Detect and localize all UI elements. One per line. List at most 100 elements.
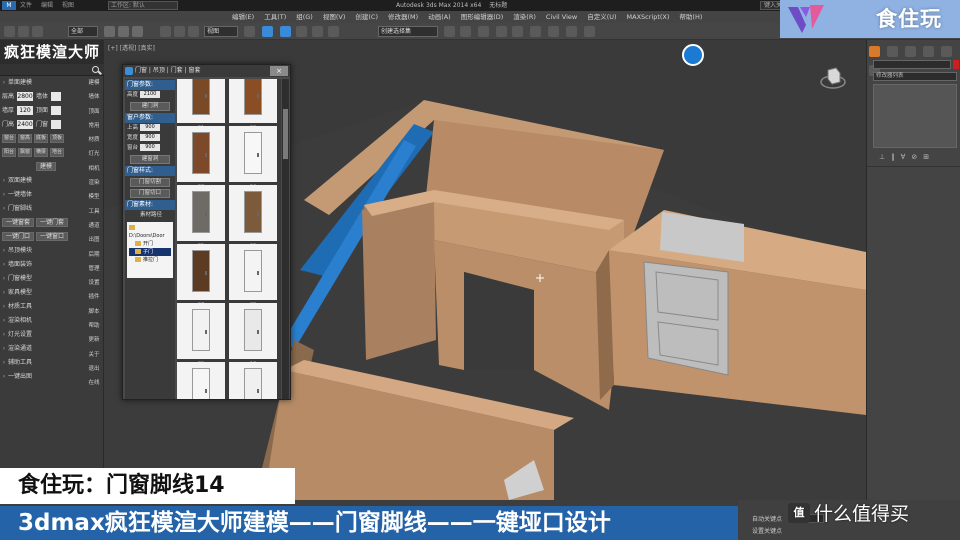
door-thumbnail[interactable]: 02 (229, 79, 277, 131)
render-frame-icon[interactable] (566, 26, 577, 37)
plugin-section[interactable]: › 渲染通道 (0, 342, 84, 356)
plugin-button[interactable]: 飘窗 (18, 148, 33, 157)
modify-tab-icon[interactable] (887, 46, 899, 57)
door-thumbnail[interactable]: 09 (177, 303, 225, 367)
plugin-side-tab[interactable]: 更新 (84, 333, 104, 347)
plugin-value-input[interactable]: 2400 (17, 120, 34, 129)
param-width-field[interactable]: 900 (140, 134, 161, 141)
selection-filter-dropdown[interactable]: 全部 (68, 26, 98, 37)
auto-key-label[interactable]: 自动关键点 (752, 514, 782, 523)
rect-selection-icon[interactable] (132, 26, 143, 37)
render-icon[interactable] (584, 26, 595, 37)
door-opening-button[interactable]: 门窗切口 (130, 189, 170, 198)
percent-snap-icon[interactable] (312, 26, 323, 37)
plugin-side-tab[interactable]: 设置 (84, 276, 104, 290)
modifier-list-dropdown[interactable]: 修改器列表 (873, 72, 957, 81)
plugin-section[interactable]: › 墙面装饰 (0, 258, 84, 272)
plugin-button[interactable]: 窗台 (2, 134, 17, 143)
plugin-value-input[interactable]: 120 (17, 106, 34, 115)
param-height-field[interactable]: 2100 (140, 91, 161, 98)
menu-item[interactable]: MAXScript(X) (627, 13, 670, 21)
plugin-section[interactable]: › 门窗脚线 (0, 202, 84, 216)
plugin-button[interactable]: 地台 (50, 148, 65, 157)
menu-item[interactable]: 组(G) (296, 13, 313, 21)
menu-item[interactable]: 自定义(U) (587, 13, 616, 21)
plugin-section[interactable]: › 吊顶模块 (0, 244, 84, 258)
door-thumbnail[interactable]: 01 (177, 79, 225, 131)
plugin-button[interactable]: 顶板 (50, 134, 65, 143)
folder-tree[interactable]: D:\Doors\Door 开门 子门 推拉门 (127, 222, 173, 278)
plugin-side-tab[interactable]: 常用 (84, 119, 104, 133)
scale-icon[interactable] (188, 26, 199, 37)
plugin-section[interactable]: › 单面建模 (0, 76, 84, 90)
plugin-toggle[interactable] (51, 92, 62, 101)
plugin-side-tab[interactable]: 帮助 (84, 319, 104, 333)
plugin-side-tab[interactable]: 渲染 (84, 176, 104, 190)
plugin-side-tab[interactable]: 模型 (84, 190, 104, 204)
plugin-button[interactable]: 横梁 (34, 148, 49, 157)
named-selection-dropdown[interactable]: 创建选择集 (378, 26, 438, 37)
build-door-button[interactable]: 建门洞 (130, 102, 170, 111)
menu-item[interactable]: 视图(V) (323, 13, 346, 21)
menu-item[interactable]: 工具(T) (264, 13, 286, 21)
object-color-swatch[interactable] (953, 60, 959, 69)
plugin-side-tab[interactable]: 插件 (84, 290, 104, 304)
graph-editor-icon[interactable] (496, 26, 507, 37)
plugin-side-tab[interactable]: 在线 (84, 376, 104, 390)
spinner-snap-icon[interactable] (328, 26, 339, 37)
plugin-button[interactable]: 一键门口 (2, 232, 35, 241)
rotate-icon[interactable] (174, 26, 185, 37)
door-thumbnail[interactable]: 12 (229, 362, 277, 399)
menu-item[interactable]: 创建(C) (355, 13, 378, 21)
menu-view[interactable]: 视图 (62, 2, 74, 9)
plugin-side-tab[interactable]: 脚本 (84, 305, 104, 319)
plugin-section[interactable]: › 灯光设置 (0, 328, 84, 342)
workspace-dropdown[interactable]: 工作区: 默认 (108, 1, 178, 10)
door-thumbnail[interactable]: 11 (177, 362, 225, 399)
pivot-icon[interactable] (244, 26, 255, 37)
modifier-stack[interactable] (873, 84, 957, 148)
app-logo-icon[interactable]: M (2, 1, 16, 10)
plugin-button[interactable]: 阳台 (2, 148, 17, 157)
plugin-button[interactable]: 一键窗口 (36, 232, 69, 241)
plugin-section[interactable]: › 双面建模 (0, 174, 84, 188)
param-sill-field[interactable]: 900 (140, 144, 161, 151)
plugin-side-tab[interactable]: 出图 (84, 233, 104, 247)
tree-root[interactable]: D:\Doors\Door (129, 224, 171, 240)
build-window-button[interactable]: 建窗洞 (130, 155, 170, 164)
param-upper-field[interactable]: 900 (140, 124, 161, 131)
plugin-section[interactable]: › 门窗模型 (0, 272, 84, 286)
door-thumbnail[interactable]: 06 (229, 185, 277, 249)
menu-item[interactable]: 图形编辑器(D) (461, 13, 504, 21)
schematic-icon[interactable] (512, 26, 523, 37)
scrollbar-thumb[interactable] (283, 109, 288, 159)
tree-item-selected[interactable]: 子门 (129, 248, 171, 256)
door-thumbnail[interactable]: 07 (177, 244, 225, 308)
menu-item[interactable]: Civil View (546, 13, 577, 21)
menu-item[interactable]: 帮助(H) (679, 13, 702, 21)
plugin-section[interactable]: › 家具模型 (0, 286, 84, 300)
plugin-side-tab[interactable]: 墙体 (84, 90, 104, 104)
move-icon[interactable] (160, 26, 171, 37)
motion-tab-icon[interactable] (923, 46, 935, 57)
steering-wheel-icon[interactable] (682, 44, 704, 66)
plugin-section[interactable]: › 一键出图 (0, 370, 84, 384)
plugin-button[interactable]: 底板 (34, 134, 49, 143)
menu-edit[interactable]: 编辑 (41, 2, 53, 9)
material-editor-icon[interactable] (530, 26, 541, 37)
menu-item[interactable]: 动画(A) (428, 13, 451, 21)
redo-icon[interactable] (18, 26, 29, 37)
plugin-section[interactable]: 建模 (0, 160, 84, 174)
plugin-value-input[interactable]: 2800 (17, 92, 34, 101)
plugin-side-tab[interactable]: 退出 (84, 362, 104, 376)
door-library-window[interactable]: 门窗 | 吊顶 | 门套 | 窗套 × 门窗参数: 高度 2100 建门洞 窗户参… (122, 64, 291, 400)
plugin-section[interactable]: › 渲染相机 (0, 314, 84, 328)
mirror-icon[interactable] (444, 26, 455, 37)
door-thumbnail[interactable]: 05 (177, 185, 225, 249)
plugin-search-bar[interactable] (0, 64, 104, 76)
door-thumbnail[interactable]: 04 (229, 126, 277, 190)
viewport-label[interactable]: [+] [透视] [真实] (108, 43, 155, 52)
plugin-side-tab[interactable]: 建模 (84, 76, 104, 90)
undo-icon[interactable] (4, 26, 15, 37)
plugin-section[interactable]: › 一键墙体 (0, 188, 84, 202)
